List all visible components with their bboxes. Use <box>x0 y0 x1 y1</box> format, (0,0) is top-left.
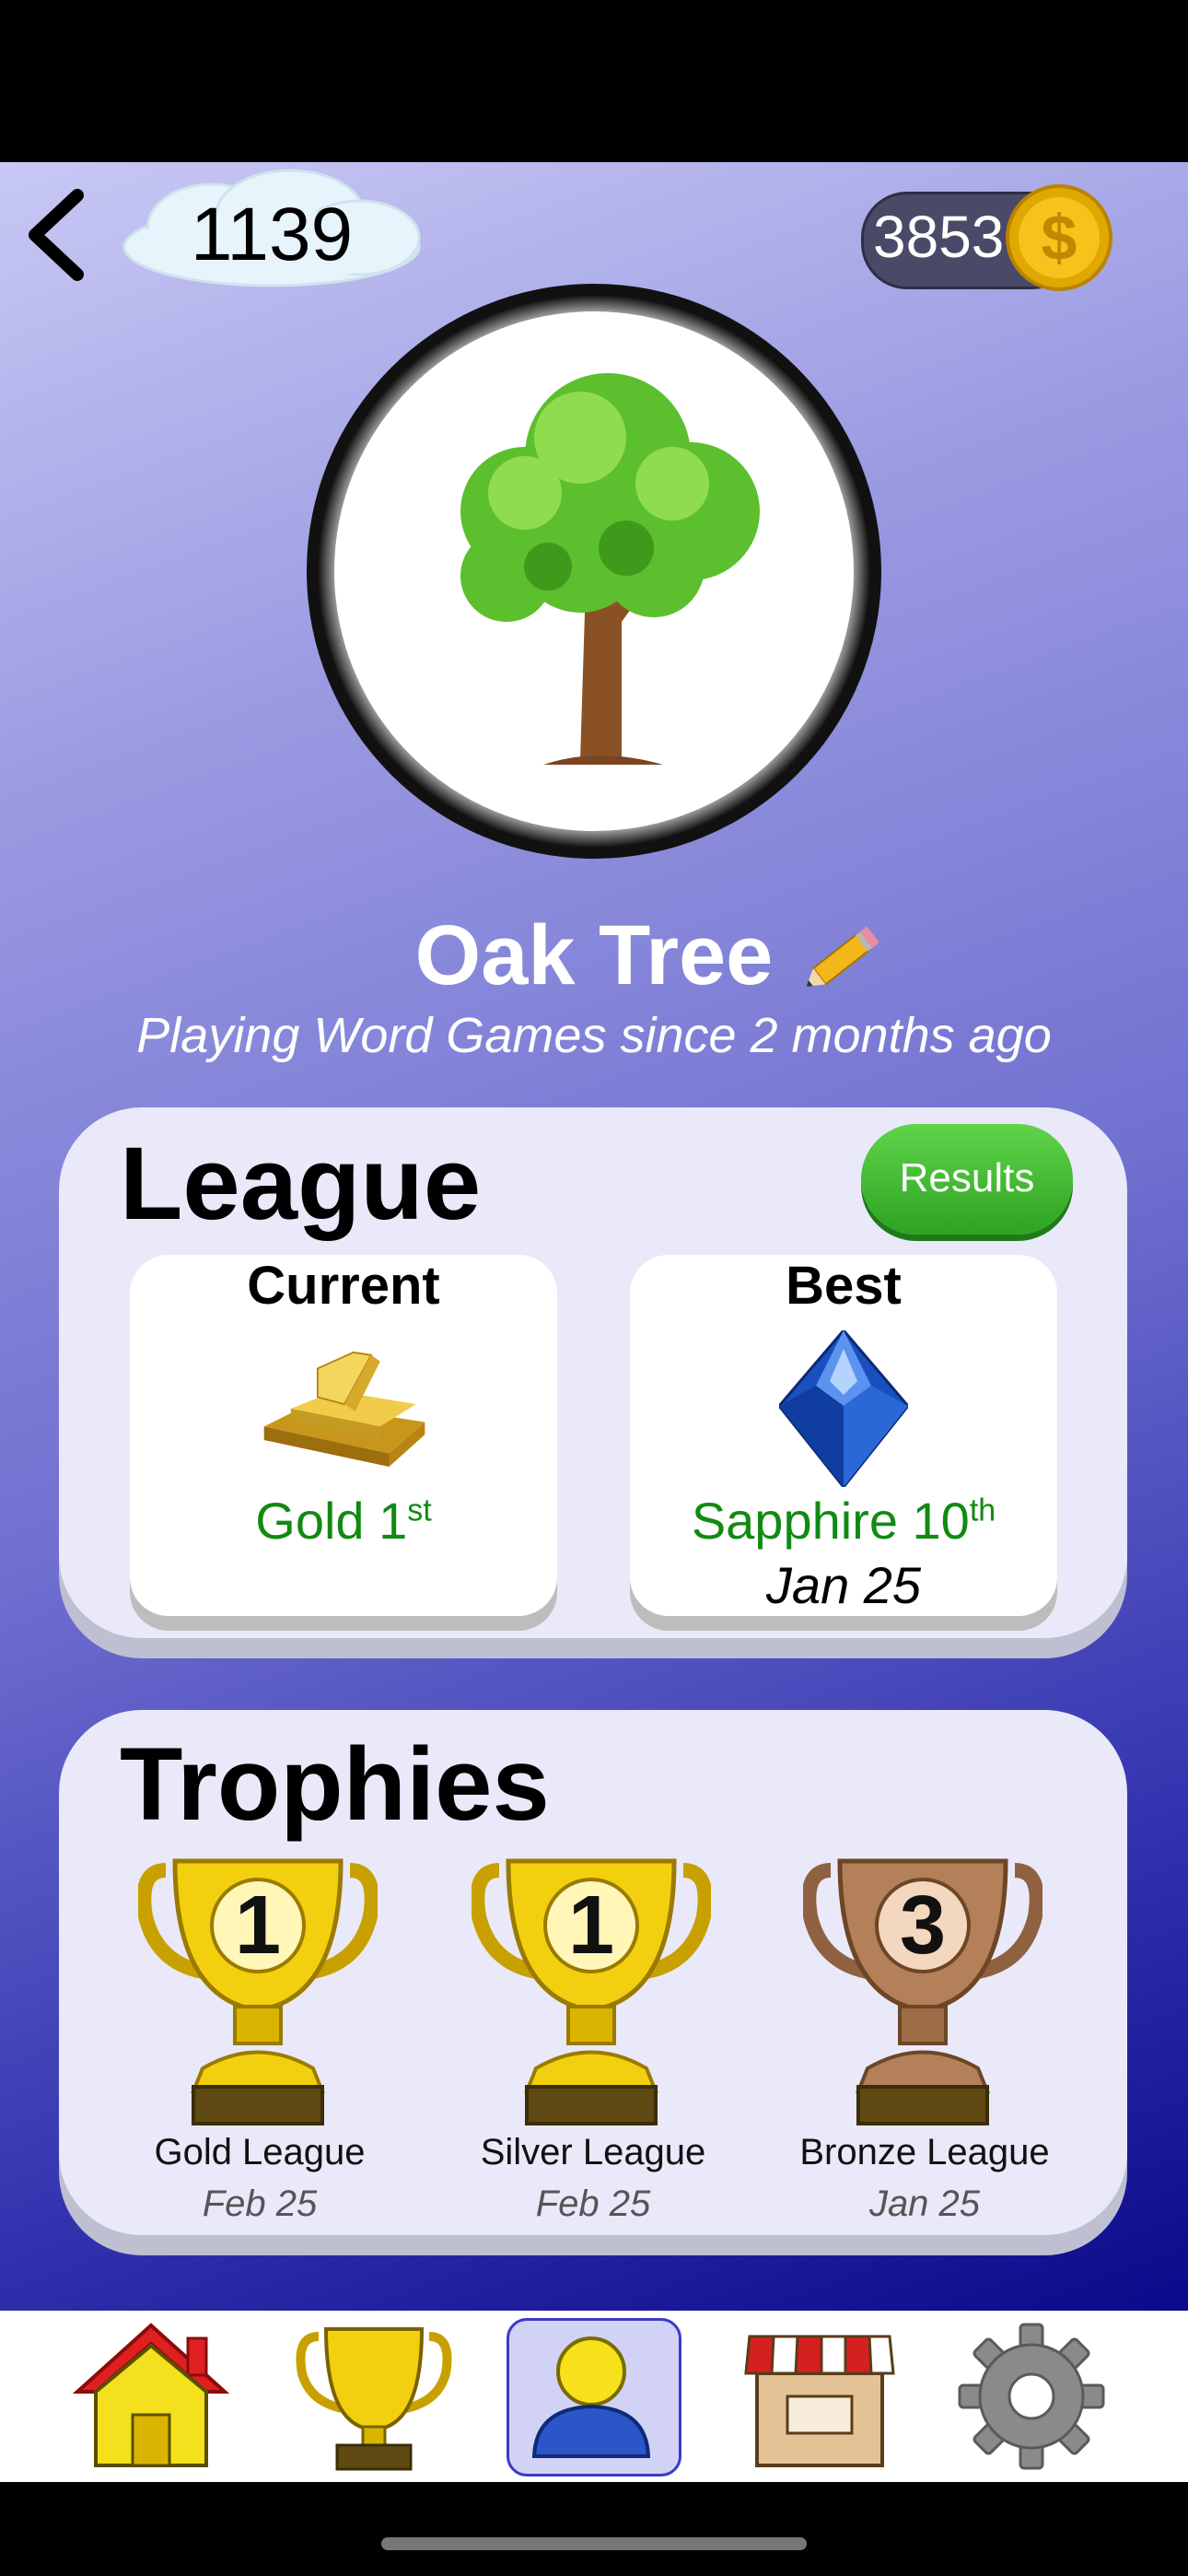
trophy-name: Silver League <box>480 2132 706 2172</box>
avatar-oak-tree-icon[interactable] <box>304 281 884 861</box>
svg-text:1: 1 <box>568 1879 614 1972</box>
tab-shop-icon[interactable] <box>737 2318 903 2475</box>
trophy-date: Jan 25 <box>868 2184 981 2224</box>
gold-bars-icon <box>263 1351 425 1468</box>
best-league-date: Jan 25 <box>765 1556 922 1614</box>
best-league-tier: Sapphire 10 <box>691 1492 970 1550</box>
tab-profile-icon[interactable] <box>508 2318 674 2475</box>
current-heading: Current <box>247 1256 440 1316</box>
member-since-text: Playing Word Games since 2 months ago <box>136 1008 1052 1063</box>
trophies-title: Trophies <box>120 1727 550 1842</box>
tab-trophy-icon[interactable] <box>291 2318 457 2475</box>
trophy-name: Gold League <box>154 2132 366 2172</box>
current-league-rank: Gold 1st <box>130 1491 557 1551</box>
league-title: League <box>120 1126 482 1241</box>
silver-league-trophy-icon[interactable]: 1 <box>472 1852 711 2128</box>
coin-icon: $ <box>1006 184 1112 291</box>
home-indicator[interactable] <box>381 2537 807 2550</box>
gold-trophy-icon[interactable]: 1 <box>138 1852 378 2128</box>
best-rank-suffix: th <box>969 1493 996 1528</box>
best-league-rank: Sapphire 10th <box>630 1491 1057 1551</box>
current-league-card[interactable]: Current Gold 1st <box>130 1255 557 1616</box>
best-league-card[interactable]: Best Sapphire 10th Jan 25 <box>630 1255 1057 1616</box>
best-heading: Best <box>786 1256 902 1316</box>
svg-text:3: 3 <box>900 1879 946 1972</box>
svg-text:1: 1 <box>235 1879 281 1972</box>
profile-name: Oak Tree <box>414 908 774 1002</box>
coin-count: 3853 <box>873 204 1005 270</box>
trophy-date: Feb 25 <box>535 2184 651 2224</box>
results-button[interactable]: Results <box>861 1124 1073 1235</box>
current-league-tier: Gold 1 <box>255 1492 408 1550</box>
bronze-trophy-icon[interactable]: 3 <box>803 1852 1042 2128</box>
tab-gear-icon[interactable] <box>949 2318 1114 2475</box>
trophy-name: Bronze League <box>799 2132 1050 2172</box>
tab-home-icon[interactable] <box>68 2318 234 2475</box>
pencil-icon[interactable] <box>797 917 889 1000</box>
status-bar <box>0 0 1188 162</box>
back-icon[interactable] <box>20 184 94 286</box>
score-value: 1139 <box>190 193 354 276</box>
svg-text:$: $ <box>1042 202 1077 274</box>
current-rank-suffix: st <box>407 1493 432 1528</box>
sapphire-gem-icon <box>779 1330 908 1487</box>
trophy-date: Feb 25 <box>202 2184 318 2224</box>
